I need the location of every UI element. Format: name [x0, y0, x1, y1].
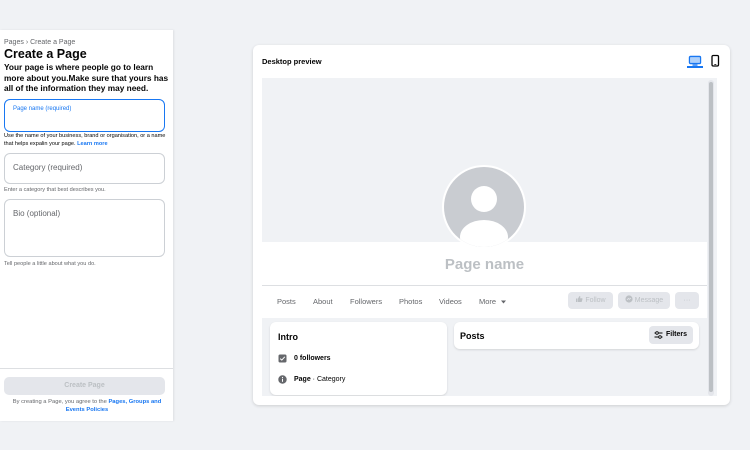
message-button[interactable]: Message	[618, 292, 670, 309]
terms-prefix: By creating a Page, you agree to the	[12, 399, 107, 405]
scrollbar-thumb[interactable]	[709, 82, 713, 392]
mobile-icon[interactable]	[708, 54, 722, 68]
breadcrumb: Pages › Create a Page	[4, 39, 75, 46]
filters-button[interactable]: Filters	[649, 326, 693, 344]
follow-button[interactable]: Follow	[568, 292, 613, 309]
tab-about[interactable]: About	[313, 297, 333, 306]
followers-row: 0 followers	[278, 354, 331, 363]
learn-more-link[interactable]: Learn more	[77, 141, 107, 147]
tab-posts[interactable]: Posts	[277, 297, 296, 306]
page-description: Your page is where people go to learn mo…	[4, 62, 169, 93]
bio-placeholder: Bio (optional)	[13, 209, 61, 218]
intro-card: Intro 0 followers Page · Category	[270, 322, 447, 395]
followers-icon	[278, 354, 287, 363]
filters-icon	[654, 331, 663, 339]
category-row: Page · Category	[278, 375, 345, 384]
sidebar-footer-divider	[0, 368, 173, 369]
preview-scrollbar[interactable]	[708, 80, 714, 396]
category-helper: Enter a category that best describes you…	[4, 187, 106, 193]
tab-more-label: More	[479, 297, 497, 306]
page-preview-frame: Page name Posts About Followers Photos V…	[262, 78, 717, 396]
tab-photos[interactable]: Photos	[399, 297, 422, 306]
bio-helper: Tell people a little about what you do.	[4, 261, 96, 267]
preview-title: Desktop preview	[262, 57, 322, 66]
intro-title: Intro	[278, 332, 298, 342]
tab-followers[interactable]: Followers	[350, 297, 382, 306]
page-title: Create a Page	[4, 47, 87, 61]
breadcrumb-separator: ›	[25, 39, 29, 46]
page-type: Page	[294, 376, 311, 383]
avatar-silhouette	[444, 167, 524, 247]
messenger-icon	[625, 295, 633, 303]
page-tab-bar: Posts About Followers Photos Videos More…	[262, 285, 707, 317]
filters-label: Filters	[665, 331, 687, 338]
message-label: Message	[634, 297, 664, 304]
category-field[interactable]: Category (required)	[4, 153, 165, 184]
like-icon	[576, 296, 583, 302]
info-icon	[278, 375, 287, 384]
desktop-preview-card: Desktop preview Page name Posts About Fo…	[253, 45, 730, 405]
posts-title: Posts	[460, 331, 485, 341]
category-placeholder: Category (required)	[13, 163, 83, 172]
page-name-field[interactable]: Page name (required)	[4, 99, 165, 132]
preview-page-name: Page name	[444, 256, 525, 273]
bio-field[interactable]: Bio (optional)	[4, 199, 165, 257]
page-name-helper: Use the name of your business, brand or …	[4, 132, 170, 148]
breadcrumb-pages-link[interactable]: Pages	[4, 39, 24, 46]
caret-down-icon	[501, 300, 507, 304]
more-actions-button[interactable]: ···	[675, 292, 699, 309]
create-page-button[interactable]: Create Page	[4, 377, 165, 395]
desktop-icon[interactable]	[687, 54, 703, 68]
follow-label: Follow	[585, 297, 606, 304]
page-name-label: Page name (required)	[13, 106, 72, 112]
tab-videos[interactable]: Videos	[439, 297, 462, 306]
followers-count: 0 followers	[294, 355, 331, 362]
tab-more[interactable]: More	[479, 297, 507, 306]
posts-card: Posts Filters	[454, 322, 699, 349]
breadcrumb-current: Create a Page	[30, 39, 76, 46]
profile-avatar	[442, 165, 526, 249]
create-page-sidebar: Pages › Create a Page Create a Page Your…	[0, 30, 173, 421]
terms-text: By creating a Page, you agree to the Pag…	[4, 398, 170, 414]
category-text: · Category	[310, 376, 346, 383]
